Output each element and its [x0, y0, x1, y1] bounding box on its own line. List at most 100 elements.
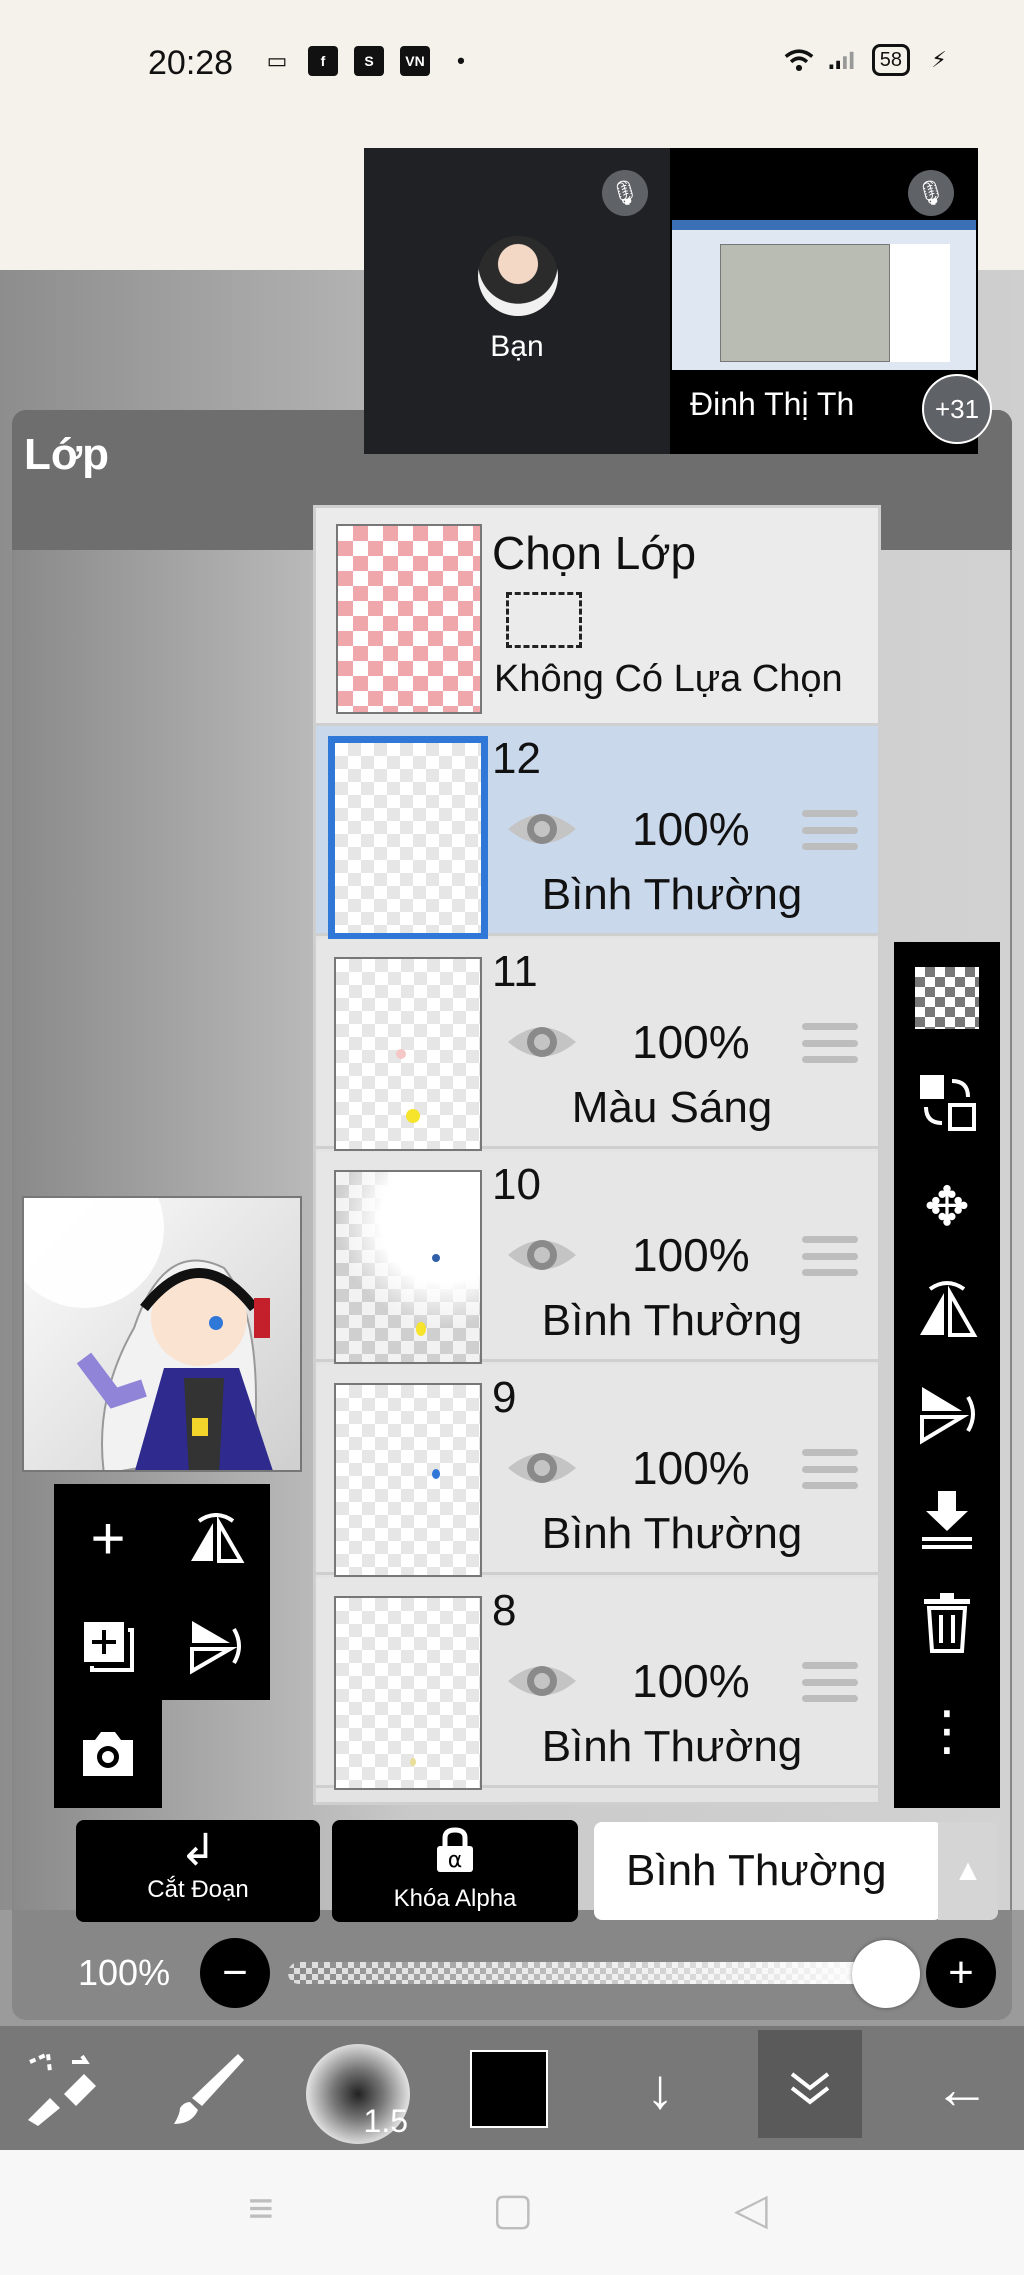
layer-opacity: 100% [632, 1655, 750, 1707]
flip-horizontal-icon [920, 1281, 978, 1337]
selection-layer-row[interactable]: Chọn Lớp Không Có Lựa Chọn [316, 508, 878, 726]
layer-panel-title: Lớp [24, 430, 110, 479]
add-layer-button[interactable]: + [54, 1484, 162, 1592]
drag-handle-icon[interactable] [802, 810, 858, 850]
status-time: 20:28 [148, 44, 234, 82]
layer-thumbnail [334, 1596, 482, 1790]
thumbnail-mark [432, 1469, 440, 1479]
alpha-lock-label: Khóa Alpha [393, 1885, 517, 1912]
thumbnail-mark [396, 1049, 406, 1059]
flip-layer-horizontal-button[interactable] [162, 1484, 270, 1592]
layer-blend-mode: Bình Thường [541, 1509, 803, 1558]
layer-blend-mode: Bình Thường [541, 1722, 803, 1771]
flip-horizontal-button[interactable] [894, 1260, 1000, 1360]
clip-arrow-icon: ↲ [179, 1826, 217, 1875]
minus-icon: − [222, 1948, 248, 1997]
tool-switch-button[interactable] [12, 2026, 108, 2150]
import-photo-button[interactable] [54, 1700, 162, 1808]
layer-thumbnail [328, 736, 488, 940]
menu-icon[interactable]: ≡ [248, 2184, 274, 2234]
opacity-slider-thumb[interactable] [852, 1940, 920, 2008]
layer-row[interactable]: 12 100% Bình Thường [316, 726, 878, 940]
camera-panel [54, 1700, 162, 1808]
shared-document [720, 244, 890, 362]
layer-tools-toolbar: ✥ ⋮ [894, 942, 1000, 1808]
layer-number: 8 [492, 1586, 517, 1635]
charging-icon: ⚡ [931, 47, 947, 72]
layer-row[interactable]: 11 100% Màu Sáng [316, 939, 878, 1151]
brush-size-button[interactable]: 1.5 [306, 2044, 410, 2144]
merge-down-button[interactable] [894, 1468, 1000, 1568]
thumbnail-mark [410, 1758, 416, 1766]
layer-row[interactable]: 8 100% Bình Thường [316, 1578, 878, 1790]
blend-mode-select[interactable]: Bình Thường [594, 1822, 942, 1920]
brush-tool-button[interactable] [160, 2026, 256, 2150]
drag-handle-icon[interactable] [802, 1449, 858, 1489]
battery-indicator: 58 [871, 44, 910, 76]
lock-icon: α [332, 1826, 578, 1885]
alpha-lock-button[interactable]: α Khóa Alpha [332, 1820, 578, 1922]
transfer-icon [920, 1075, 976, 1131]
layer-row[interactable]: 10 100% Bình Thường [316, 1152, 878, 1364]
facebook-icon: f [308, 46, 338, 76]
system-nav-bar: ≡ ▢ ◁ [0, 2150, 1024, 2275]
back-button[interactable]: ← [912, 2026, 1012, 2150]
video-call-overlay[interactable]: 🎙 Bạn 🎙 Đinh Thị Th +31 [364, 148, 992, 454]
thumbnail-mark [406, 1109, 420, 1123]
eye-icon[interactable] [504, 1445, 580, 1491]
layer-opacity: 100% [632, 1229, 750, 1281]
plus-icon: + [948, 1948, 974, 1997]
clipping-button[interactable]: ↲ Cắt Đoạn [76, 1820, 320, 1922]
brush-icon [174, 2054, 244, 2124]
canvas-preview [22, 1196, 302, 1472]
transfer-button[interactable] [894, 1052, 1000, 1152]
screen-share-preview [672, 220, 976, 370]
eye-icon[interactable] [504, 1232, 580, 1278]
opacity-decrease-button[interactable]: − [200, 1938, 270, 2008]
shopee-icon: S [354, 46, 384, 76]
avatar [478, 236, 558, 316]
status-bar: 20:28 ▭ f S VN • 58 ⚡ [0, 0, 1024, 130]
more-participants-badge[interactable]: +31 [922, 374, 992, 444]
duplicate-icon [84, 1622, 134, 1672]
eye-icon[interactable] [504, 1019, 580, 1065]
checker-icon [915, 967, 979, 1029]
eye-icon[interactable] [504, 806, 580, 852]
drag-handle-icon[interactable] [802, 1662, 858, 1702]
brush-eraser-swap-icon [28, 2051, 96, 2126]
move-button[interactable]: ✥ [894, 1156, 1000, 1256]
signal-icon [828, 45, 858, 75]
layer-list[interactable]: Chọn Lớp Không Có Lựa Chọn 12 100% Bình … [313, 505, 881, 1805]
drag-handle-icon[interactable] [802, 1236, 858, 1276]
drag-handle-icon[interactable] [802, 1023, 858, 1063]
selection-layer-title: Chọn Lớp [492, 527, 697, 579]
duplicate-layer-button[interactable] [54, 1592, 162, 1700]
delete-layer-button[interactable] [894, 1572, 1000, 1672]
layers-button[interactable] [758, 2026, 862, 2150]
merge-down-icon [922, 1491, 972, 1549]
down-button[interactable]: ↓ [612, 2026, 708, 2150]
brush-size-value: 1.5 [363, 2103, 408, 2139]
layer-row[interactable]: 9 100% Bình Thường [316, 1365, 878, 1577]
flip-horizontal-icon [191, 1513, 245, 1563]
transparent-fill-button[interactable] [894, 948, 1000, 1048]
flip-layer-vertical-button[interactable] [162, 1592, 270, 1700]
marquee-icon [506, 592, 582, 648]
self-video-tile[interactable]: 🎙 Bạn [364, 148, 670, 454]
home-icon[interactable]: ▢ [492, 2184, 534, 2235]
layer-opacity: 100% [632, 1016, 750, 1068]
more-options-button[interactable]: ⋮ [894, 1680, 1000, 1780]
opacity-slider[interactable] [288, 1962, 888, 1984]
opacity-increase-button[interactable]: + [926, 1938, 996, 2008]
flip-vertical-button[interactable] [894, 1364, 1000, 1464]
layer-thumbnail [334, 1170, 482, 1364]
participant-video-tile[interactable]: 🎙 Đinh Thị Th +31 [670, 148, 992, 454]
layer-thumbnail [334, 957, 482, 1151]
arrow-left-icon: ← [934, 2056, 990, 2120]
chevron-up-icon[interactable]: ▲ [938, 1822, 998, 1920]
back-nav-icon[interactable]: ◁ [734, 2184, 768, 2235]
flip-vertical-icon [190, 1621, 241, 1675]
eye-icon[interactable] [504, 1658, 580, 1704]
opacity-value: 100% [78, 1952, 171, 1993]
color-swatch[interactable] [470, 2050, 548, 2128]
